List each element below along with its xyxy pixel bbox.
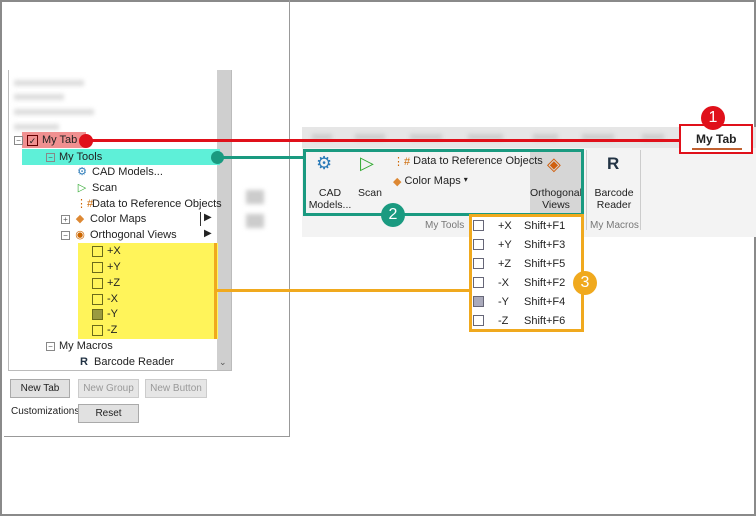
tree-item-data-ref[interactable]: ⋮# Data to Reference Objects [76, 196, 222, 212]
menu-item[interactable]: -Z Shift+F6 [473, 311, 579, 330]
shortcut: Shift+F4 [524, 295, 566, 308]
group-label-my-tools: My Tools [425, 220, 465, 231]
scan-icon: ▷ [77, 182, 87, 194]
collapse-icon[interactable]: − [14, 135, 23, 145]
menu-item[interactable]: +X Shift+F1 [473, 216, 579, 235]
menu-item[interactable]: +Z Shift+F5 [473, 254, 579, 273]
cad-models-icon: ⚙ [77, 166, 87, 178]
r-icon: R [80, 356, 88, 368]
label: +X [107, 245, 121, 257]
cube-icon [92, 308, 103, 320]
tree-item-view[interactable]: +X [92, 243, 121, 259]
cube-icon [92, 245, 103, 257]
tree-item-my-macros[interactable]: − My Macros [46, 338, 113, 354]
menu-item[interactable]: -Y Shift+F4 [473, 292, 579, 311]
label: -X [498, 276, 509, 289]
tree-item-view[interactable]: +Y [92, 259, 121, 275]
cube-icon [473, 277, 484, 288]
shortcut: Shift+F3 [524, 238, 566, 251]
checkbox-checked-icon[interactable]: ✓ [27, 134, 38, 146]
callout-line-2 [218, 156, 304, 159]
tree-scrollbar[interactable] [217, 70, 231, 370]
new-group-button[interactable]: New Group [78, 379, 139, 398]
submenu-arrow-icon: ▶ [200, 212, 212, 226]
tree-item-cad-models[interactable]: ⚙ CAD Models... [76, 164, 163, 180]
cube-icon [92, 293, 103, 305]
label: Color Maps [90, 213, 147, 225]
label: CAD Models... [92, 166, 163, 178]
label: Data to Reference Objects [92, 198, 222, 210]
cube-icon: ◉ [75, 229, 85, 241]
tree-item-my-tab[interactable]: − ✓ My Tab [14, 132, 77, 148]
label: -Z [498, 314, 509, 327]
callout-badge-1: 1 [701, 106, 725, 130]
label: Orthogonal Views [90, 229, 177, 241]
submenu-arrow-icon: ▶ [204, 228, 212, 239]
new-button-button[interactable]: New Button [145, 379, 207, 398]
callout-dot-1 [79, 134, 93, 148]
label: Scan [92, 182, 118, 194]
cube-icon [473, 258, 484, 269]
tree-item-view[interactable]: -Z [92, 322, 117, 338]
label: +Z [107, 277, 121, 289]
label: +X [498, 219, 512, 232]
barcode-reader-button[interactable]: Barcode Reader [590, 187, 638, 211]
tree-item-color-maps[interactable]: + ◆ Color Maps [61, 211, 146, 227]
customizations-label: Customizations [11, 406, 80, 417]
group-label-my-macros: My Macros [590, 220, 639, 231]
tree-item-view[interactable]: -X [92, 291, 118, 307]
reset-button[interactable]: Reset [78, 404, 139, 423]
r-icon: R [607, 154, 620, 173]
tree-item-view[interactable]: +Z [92, 275, 120, 291]
label: +Y [498, 238, 512, 251]
data-ref-icon: ⋮# [76, 198, 94, 210]
collapse-icon[interactable]: − [61, 230, 70, 240]
label: -Z [107, 324, 118, 336]
cube-icon [473, 220, 484, 231]
cube-icon [473, 315, 484, 326]
cube-icon [92, 277, 103, 289]
callout-badge-3: 3 [573, 271, 597, 295]
callout-line-1 [85, 139, 679, 142]
cube-icon [473, 296, 484, 307]
label: +Z [498, 257, 512, 270]
label: -Y [107, 308, 118, 320]
tree-item-view[interactable]: -Y [92, 306, 118, 322]
color-maps-icon: ◆ [75, 213, 85, 225]
label: My Tools [59, 151, 103, 163]
tree-item-scan[interactable]: ▷ Scan [76, 180, 117, 196]
label: +Y [107, 261, 121, 273]
tree-item-my-tools[interactable]: − My Tools [46, 149, 102, 165]
label: Barcode Reader [94, 356, 175, 368]
tree-item-barcode-reader[interactable]: R Barcode Reader [78, 354, 174, 370]
new-tab-button[interactable]: New Tab [10, 379, 70, 398]
collapse-icon[interactable]: − [46, 152, 55, 162]
active-tab-underline [692, 148, 742, 150]
label: My Tab [42, 134, 78, 146]
my-tools-callout-box [303, 149, 584, 216]
label: -X [107, 293, 118, 305]
tab-label: My Tab [696, 132, 737, 146]
menu-item[interactable]: +Y Shift+F3 [473, 235, 579, 254]
callout-dot-2 [211, 151, 224, 164]
menu-item[interactable]: -X Shift+F2 [473, 273, 579, 292]
label: My Macros [59, 340, 113, 352]
cube-icon [92, 261, 103, 273]
cube-icon [473, 239, 484, 250]
shortcut: Shift+F2 [524, 276, 566, 289]
collapse-icon[interactable]: − [46, 341, 55, 351]
callout-badge-2: 2 [381, 203, 405, 227]
cube-icon [92, 324, 103, 336]
shortcut: Shift+F1 [524, 219, 566, 232]
tree-item-orthogonal-views[interactable]: − ◉ Orthogonal Views [61, 227, 177, 243]
shortcut: Shift+F5 [524, 257, 566, 270]
scroll-down-icon[interactable]: ⌄ [219, 357, 227, 368]
expand-icon[interactable]: + [61, 214, 70, 224]
shortcut: Shift+F6 [524, 314, 566, 327]
label: -Y [498, 295, 509, 308]
callout-line-3 [217, 289, 470, 292]
